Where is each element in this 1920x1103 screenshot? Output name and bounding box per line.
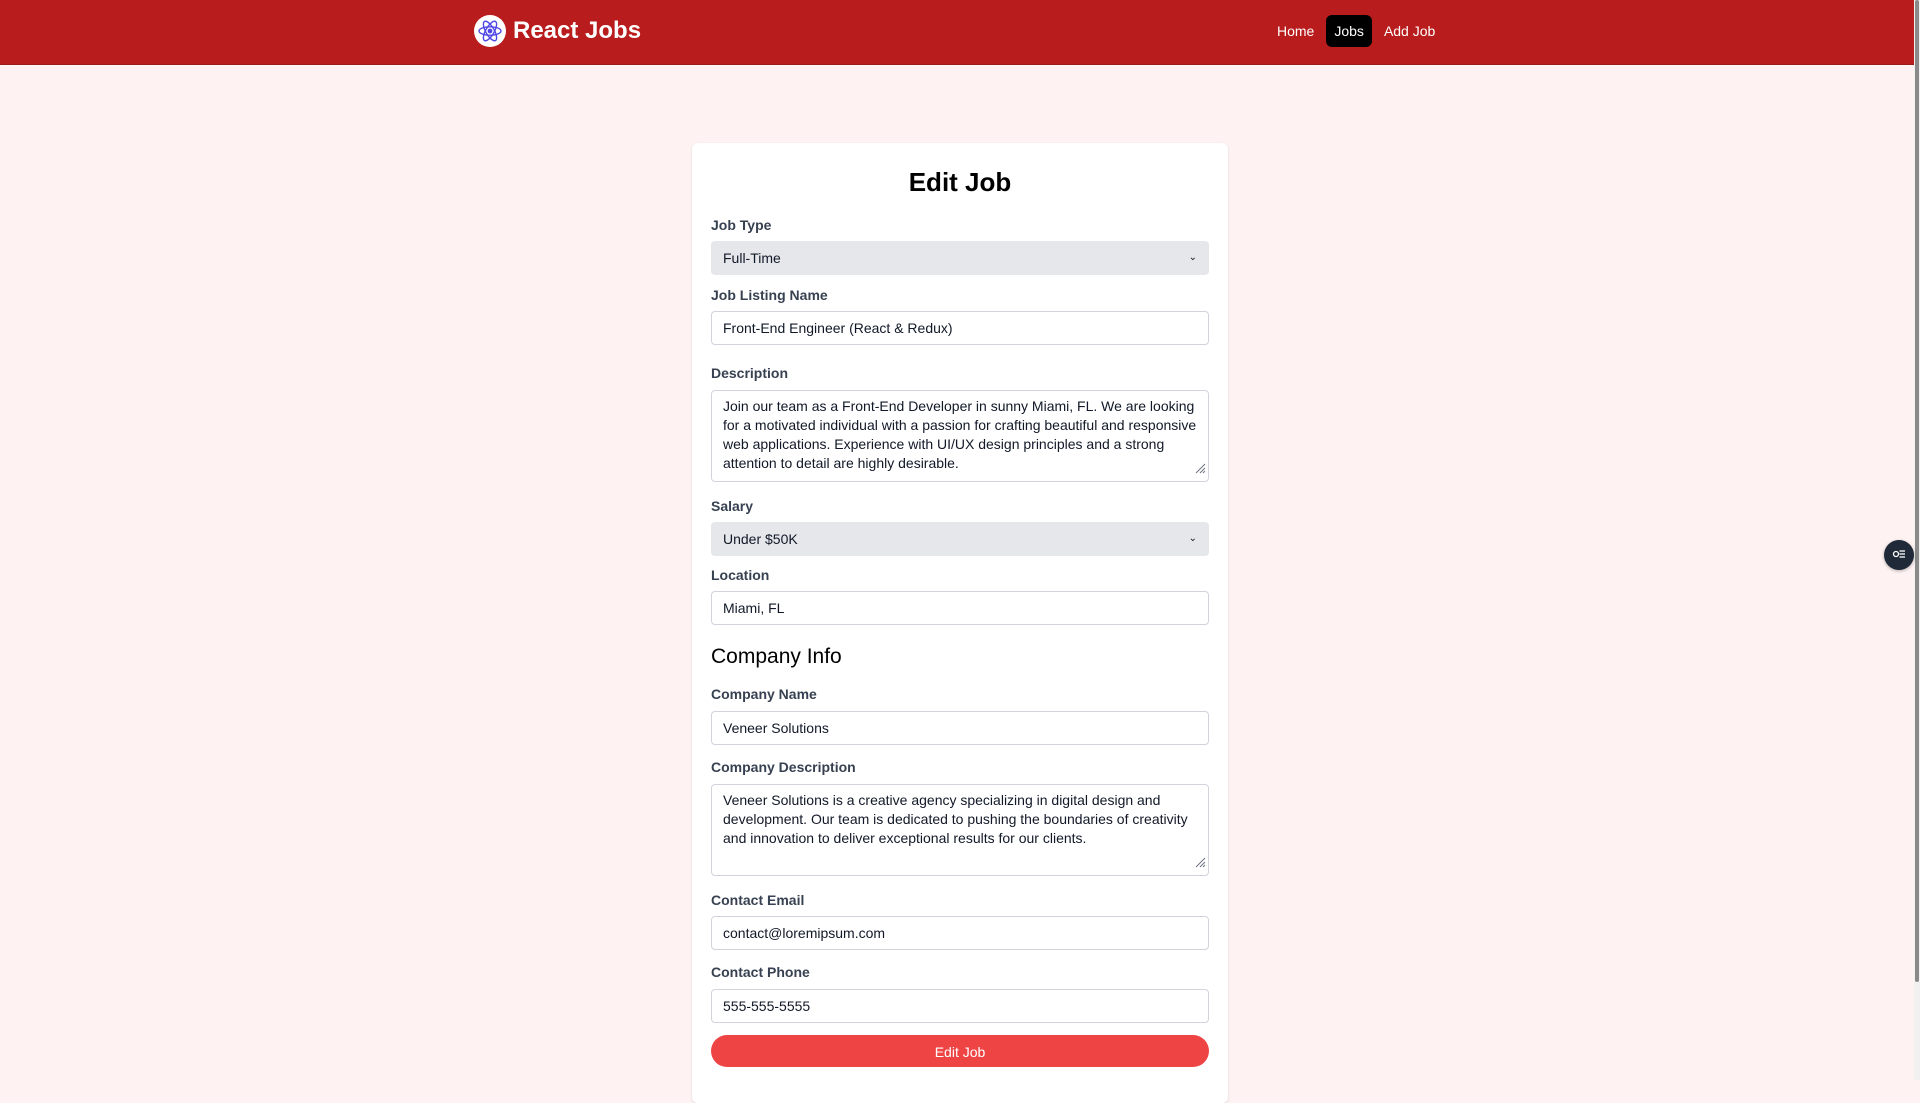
job-type-label: Job Type: [711, 217, 772, 233]
floating-tools-icon: [1891, 545, 1907, 566]
react-logo-icon: [474, 15, 506, 47]
scrollbar-thumb[interactable]: [1915, 0, 1919, 982]
salary-value: Under $50K: [723, 531, 798, 547]
contact-phone-input[interactable]: 555-555-5555: [711, 989, 1209, 1023]
company-description-label: Company Description: [711, 759, 856, 775]
company-name-label: Company Name: [711, 686, 817, 702]
chevron-down-icon: ⌄: [1188, 252, 1197, 263]
resize-grip-icon[interactable]: [1194, 460, 1206, 479]
brand-link[interactable]: React Jobs: [474, 15, 641, 47]
job-type-select[interactable]: Full-Time ⌄: [711, 241, 1209, 275]
nav-link-home[interactable]: Home: [1269, 15, 1322, 47]
navbar: React Jobs Home Jobs Add Job: [0, 0, 1914, 65]
salary-select[interactable]: Under $50K ⌄: [711, 522, 1209, 556]
job-type-value: Full-Time: [723, 250, 781, 266]
description-text: Join our team as a Front-End Developer i…: [723, 398, 1197, 471]
description-textarea[interactable]: Join our team as a Front-End Developer i…: [711, 390, 1209, 482]
brand-name: React Jobs: [513, 17, 642, 44]
contact-email-label: Contact Email: [711, 892, 805, 908]
description-label: Description: [711, 365, 789, 381]
contact-phone-label: Contact Phone: [711, 964, 810, 980]
page-scrollbar[interactable]: [1914, 0, 1920, 1080]
company-description-text: Veneer Solutions is a creative agency sp…: [723, 792, 1188, 846]
floating-tools-button[interactable]: [1884, 540, 1914, 570]
location-input[interactable]: Miami, FL: [711, 591, 1209, 625]
edit-job-form: Edit Job Job Type Full-Time ⌄ Job Listin…: [692, 143, 1228, 1103]
nav-links: Home Jobs Add Job: [1269, 15, 1447, 47]
contact-email-input[interactable]: contact@loremipsum.com: [711, 916, 1209, 950]
job-name-label: Job Listing Name: [711, 287, 828, 303]
company-name-input[interactable]: Veneer Solutions: [711, 711, 1209, 745]
job-name-input[interactable]: Front-End Engineer (React & Redux): [711, 311, 1209, 345]
resize-grip-icon[interactable]: [1194, 854, 1206, 873]
nav-link-add-job[interactable]: Add Job: [1376, 15, 1443, 47]
location-label: Location: [711, 567, 770, 583]
edit-job-button[interactable]: Edit Job: [711, 1035, 1209, 1067]
nav-link-jobs[interactable]: Jobs: [1326, 15, 1372, 47]
company-description-textarea[interactable]: Veneer Solutions is a creative agency sp…: [711, 784, 1209, 876]
salary-label: Salary: [711, 498, 754, 514]
company-info-heading: Company Info: [711, 645, 842, 668]
chevron-down-icon: ⌄: [1188, 533, 1197, 544]
form-title: Edit Job: [908, 167, 1012, 197]
